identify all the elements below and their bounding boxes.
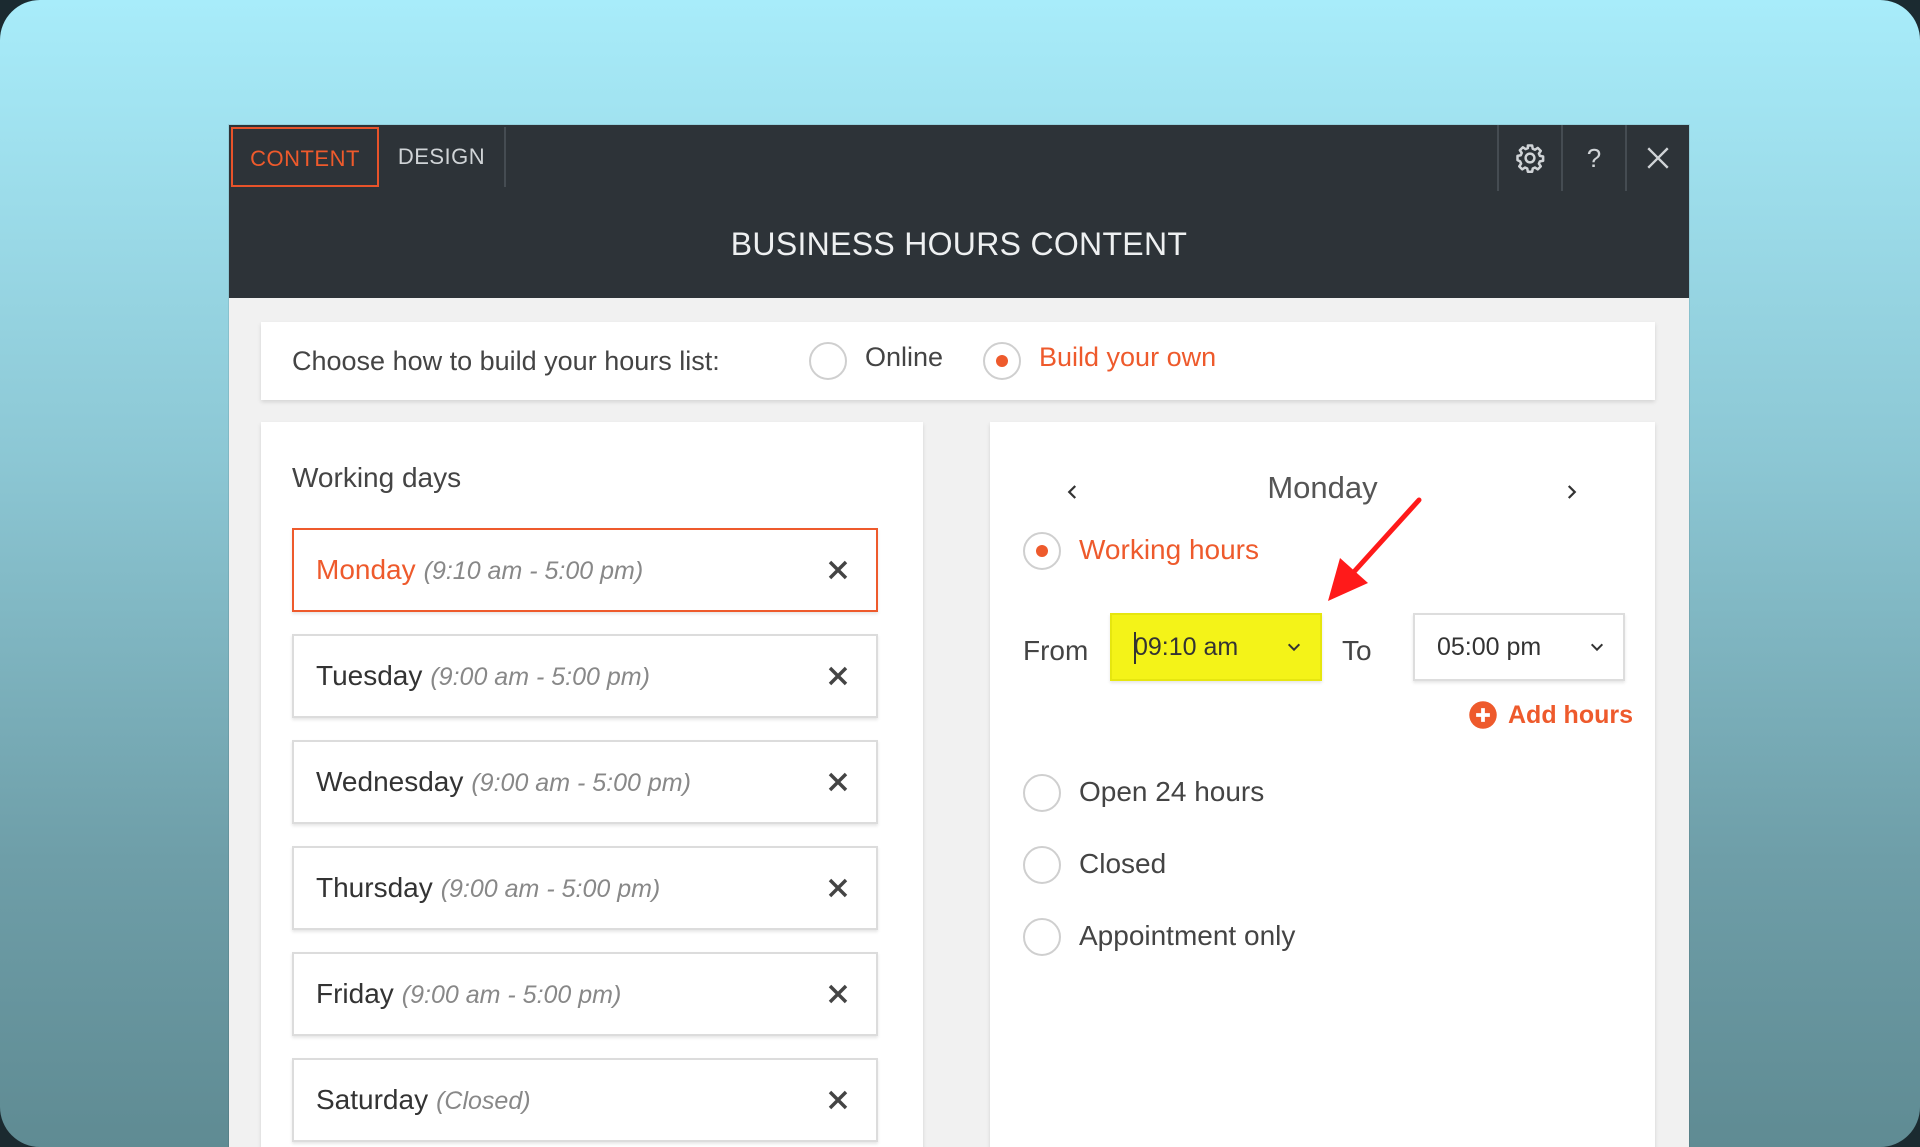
annotation-arrow-icon	[1328, 497, 1422, 601]
screenshot-background: CONTENT DESIGN ? BUSINESS HOURS CONTENT	[0, 0, 1920, 1147]
